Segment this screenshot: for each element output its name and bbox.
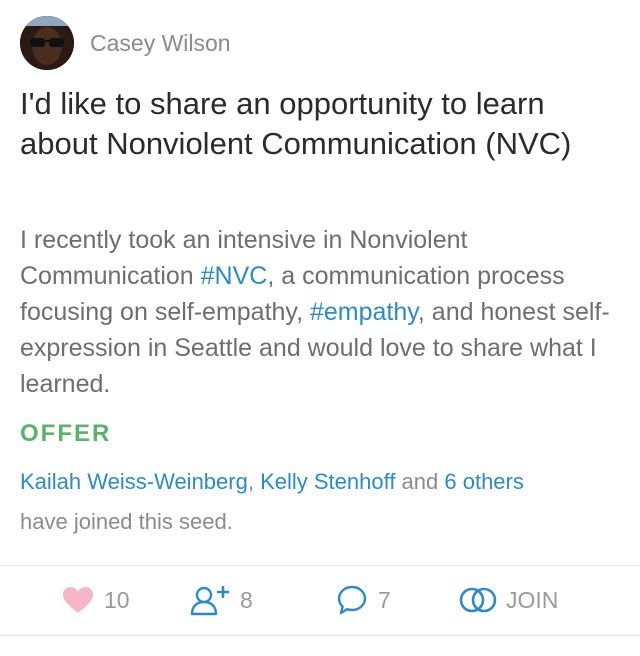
comment-count: 7: [378, 586, 391, 613]
member-count: 8: [240, 586, 253, 613]
others-link[interactable]: 6 others: [444, 469, 524, 494]
divider: [0, 635, 640, 636]
joined-members: Kailah Weiss-Weinberg, Kelly Stenhoff an…: [20, 462, 620, 542]
separator-text: ,: [247, 469, 261, 494]
post-title: I'd like to share an opportunity to lear…: [20, 86, 572, 161]
and-text: and: [395, 469, 445, 494]
hashtag-link[interactable]: #NVC: [201, 262, 268, 290]
hashtag-link[interactable]: #empathy: [310, 298, 418, 326]
like-button[interactable]: 10: [62, 566, 130, 634]
add-member-icon: [190, 586, 229, 616]
member-link[interactable]: Kailah Weiss-Weinberg: [20, 469, 248, 494]
action-bar: 10 8 7 JOIN: [0, 566, 640, 634]
join-rings-icon: [459, 587, 497, 613]
join-button[interactable]: JOIN: [458, 566, 558, 634]
author-name[interactable]: Casey Wilson: [90, 30, 231, 57]
like-count: 10: [104, 586, 130, 613]
comment-icon: [337, 585, 367, 615]
joined-suffix: have joined this seed.: [20, 509, 233, 534]
seed-post: Casey Wilson I'd like to share an opport…: [0, 0, 640, 656]
post-body: I recently took an intensive in Nonviole…: [20, 222, 620, 402]
heart-icon: [63, 587, 93, 613]
comment-button[interactable]: 7: [336, 566, 391, 634]
member-link[interactable]: Kelly Stenhoff: [260, 469, 395, 494]
post-type-badge: OFFER: [20, 420, 112, 447]
members-button[interactable]: 8: [190, 566, 253, 634]
author-header: Casey Wilson: [20, 16, 231, 70]
join-label: JOIN: [506, 586, 559, 613]
avatar[interactable]: [20, 16, 74, 70]
